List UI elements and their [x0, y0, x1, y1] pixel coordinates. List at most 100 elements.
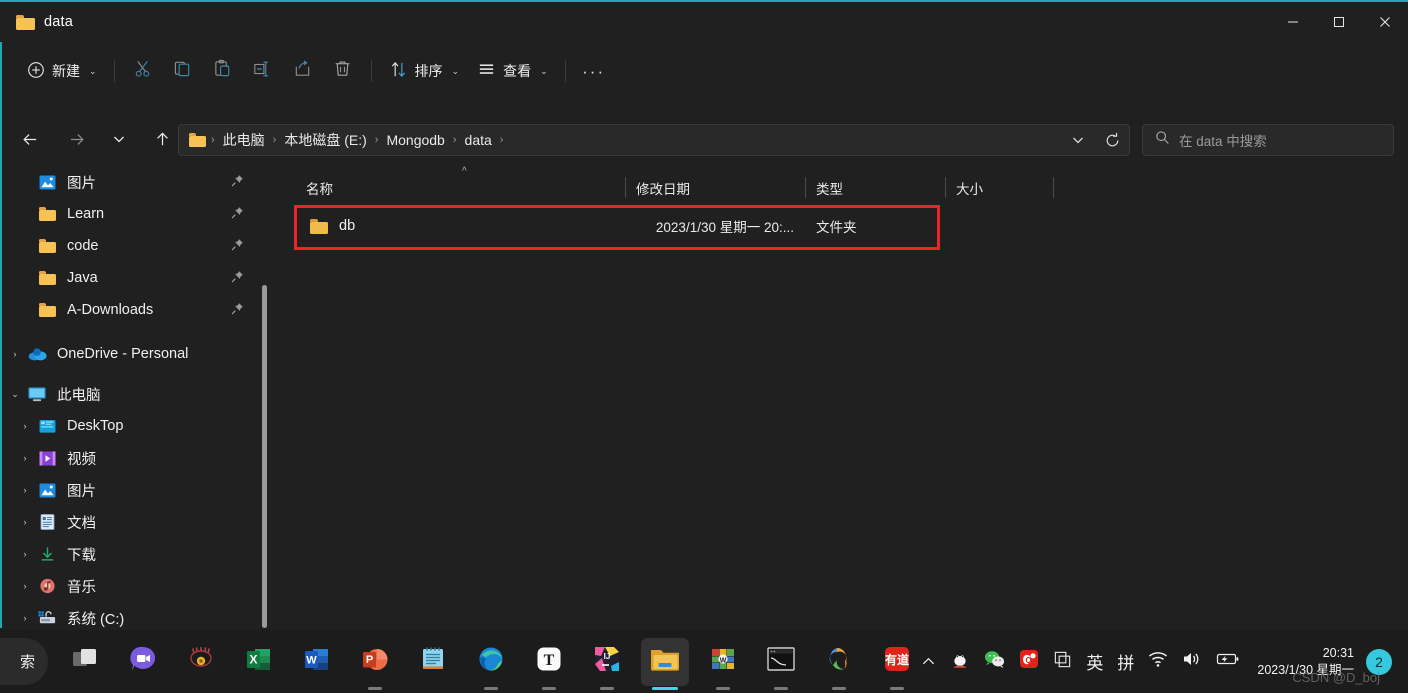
cut-button[interactable] [123, 54, 163, 88]
sidebar-item-desktop[interactable]: › DeskTop [4, 410, 262, 442]
column-header-modified[interactable]: 修改日期 [626, 172, 806, 204]
taskbar-app-chat[interactable] [119, 638, 167, 686]
chevron-right-icon[interactable]: › [4, 349, 26, 359]
sidebar-item-java[interactable]: Java [4, 262, 262, 294]
chevron-right-icon[interactable]: › [14, 549, 36, 559]
taskbar-app-word[interactable]: W [293, 638, 341, 686]
chevron-right-icon[interactable]: › [14, 485, 36, 495]
taskbar-search-button[interactable]: 索 [0, 638, 48, 685]
taskbar-app-nuoyi[interactable] [177, 638, 225, 686]
table-row[interactable]: db 2023/1/30 星期一 20:... 文件夹 [296, 206, 1396, 246]
back-button[interactable] [14, 123, 46, 155]
sidebar-item-a-downloads[interactable]: A-Downloads [4, 294, 262, 326]
taskbar-app-winrar[interactable]: W [699, 638, 747, 690]
word-icon: W [302, 644, 332, 679]
window-controls [1270, 2, 1408, 42]
chevron-right-icon[interactable]: › [14, 453, 36, 463]
sidebar-item-pictures[interactable]: › 图片 [4, 474, 262, 506]
sidebar-scrollbar-thumb[interactable] [262, 285, 267, 628]
taskbar-app-notepad[interactable] [409, 638, 457, 686]
minimize-button[interactable] [1270, 2, 1316, 42]
column-header-size[interactable]: 大小 [946, 172, 1054, 204]
taskbar-app-edge[interactable] [467, 638, 515, 690]
share-button[interactable] [283, 54, 323, 88]
taskbar-app-file-explorer[interactable] [641, 637, 689, 690]
sidebar-item-label: A-Downloads [67, 302, 154, 318]
sort-button[interactable]: 排序 ⌄ [380, 54, 469, 88]
rename-button[interactable] [243, 54, 283, 88]
folder-icon [36, 301, 58, 319]
qq-icon [950, 649, 970, 674]
tray-copy-button[interactable] [1046, 642, 1079, 682]
close-button[interactable] [1362, 2, 1408, 42]
address-bar[interactable]: › 此电脑 › 本地磁盘 (E:) › Mongodb › data › [178, 124, 1130, 156]
breadcrumb-item-0[interactable]: 此电脑 [217, 127, 271, 153]
sidebar-item-system-c[interactable]: › 系统 (C:) [4, 602, 262, 628]
tray-overflow-button[interactable] [914, 642, 943, 682]
taskbar-app-terminal[interactable] [757, 638, 805, 690]
sidebar-item-learn[interactable]: Learn [4, 198, 262, 230]
youdao-icon: 有道 [882, 644, 912, 679]
breadcrumb-item-1[interactable]: 本地磁盘 (E:) [278, 127, 372, 153]
tray-battery-button[interactable] [1209, 642, 1247, 682]
sidebar-item-label: 此电脑 [57, 387, 101, 404]
tray-volume-button[interactable] [1175, 642, 1209, 682]
taskbar-app-typora[interactable]: T [525, 638, 573, 690]
refresh-button[interactable] [1095, 125, 1129, 155]
breadcrumb: › 此电脑 › 本地磁盘 (E:) › Mongodb › data › [209, 127, 1061, 153]
file-explorer-window: data 新建 ⌄ 排序 ⌄ 查看 ⌄ ··· › 此电脑 › 本地磁盘 (E:… [0, 0, 1408, 693]
file-name-cell[interactable]: db [296, 218, 626, 234]
breadcrumb-item-2[interactable]: Mongodb [380, 129, 450, 151]
tray-ime-pinyin[interactable]: 拼 [1110, 642, 1141, 682]
recent-locations-button[interactable] [103, 123, 135, 155]
column-header-label: 修改日期 [636, 182, 690, 197]
tray-qq-button[interactable] [943, 642, 977, 682]
svg-text:P: P [366, 654, 373, 666]
tray-qq-red-button[interactable]: Q [1012, 642, 1046, 682]
tray-wechat-button[interactable] [977, 642, 1012, 682]
chevron-right-icon[interactable]: › [14, 421, 36, 431]
view-button[interactable]: 查看 ⌄ [468, 54, 557, 88]
sidebar-item-documents[interactable]: › 文档 [4, 506, 262, 538]
taskbar-app-navicat[interactable] [815, 638, 863, 690]
more-options-button[interactable]: ··· [574, 54, 614, 88]
sidebar-item-downloads[interactable]: › 下载 [4, 538, 262, 570]
breadcrumb-item-3[interactable]: data [459, 129, 498, 151]
navigation-sidebar[interactable]: 图片 Learn code Java A-Downloads › OneDriv… [2, 166, 268, 628]
taskbar-app-task-view[interactable] [61, 638, 109, 686]
chevron-right-icon[interactable]: › [14, 517, 36, 527]
address-dropdown-button[interactable] [1061, 125, 1095, 155]
column-header-type[interactable]: 类型 [806, 172, 946, 204]
sidebar-item-code[interactable]: code [4, 230, 262, 262]
search-input[interactable]: 在 data 中搜索 [1179, 130, 1267, 150]
chevron-down-icon[interactable]: ⌄ [4, 389, 26, 400]
taskbar-app-intellij-idea[interactable]: IJ [583, 638, 631, 690]
sidebar-item-label: 图片 [67, 175, 96, 192]
tray-wifi-button[interactable] [1141, 642, 1175, 682]
notification-badge[interactable]: 2 [1366, 648, 1392, 675]
sidebar-item-onedrive[interactable]: › OneDrive - Personal [4, 338, 262, 370]
chevron-right-icon[interactable]: › [14, 613, 36, 623]
sidebar-item-music[interactable]: › 音乐 [4, 570, 262, 602]
taskbar-app-powerpoint[interactable]: P [351, 638, 399, 690]
copy-button[interactable] [163, 54, 203, 88]
up-button[interactable] [146, 123, 178, 155]
sidebar-item-videos[interactable]: › 视频 [4, 442, 262, 474]
sidebar-item-label: code [67, 238, 99, 254]
paste-button[interactable] [203, 54, 243, 88]
onedrive-icon [26, 345, 48, 363]
sidebar-item-this-pc[interactable]: ⌄ 此电脑 [4, 378, 262, 410]
maximize-button[interactable] [1316, 2, 1362, 42]
delete-button[interactable] [323, 54, 363, 88]
forward-button[interactable] [60, 123, 92, 155]
taskbar-clock[interactable]: 20:31 2023/1/30 星期一 [1247, 637, 1366, 687]
svg-text:Q: Q [1026, 656, 1032, 665]
search-box[interactable]: 在 data 中搜索 [1142, 124, 1394, 156]
sidebar-item-pictures-pinned[interactable]: 图片 [4, 166, 262, 198]
tray-ime-english[interactable]: 英 [1079, 642, 1110, 682]
file-list[interactable]: db 2023/1/30 星期一 20:... 文件夹 [296, 206, 1396, 246]
taskbar-app-excel[interactable]: X [235, 638, 283, 686]
column-header-name[interactable]: 名称 [296, 172, 626, 204]
chevron-right-icon[interactable]: › [14, 581, 36, 591]
new-button[interactable]: 新建 ⌄ [18, 54, 106, 88]
